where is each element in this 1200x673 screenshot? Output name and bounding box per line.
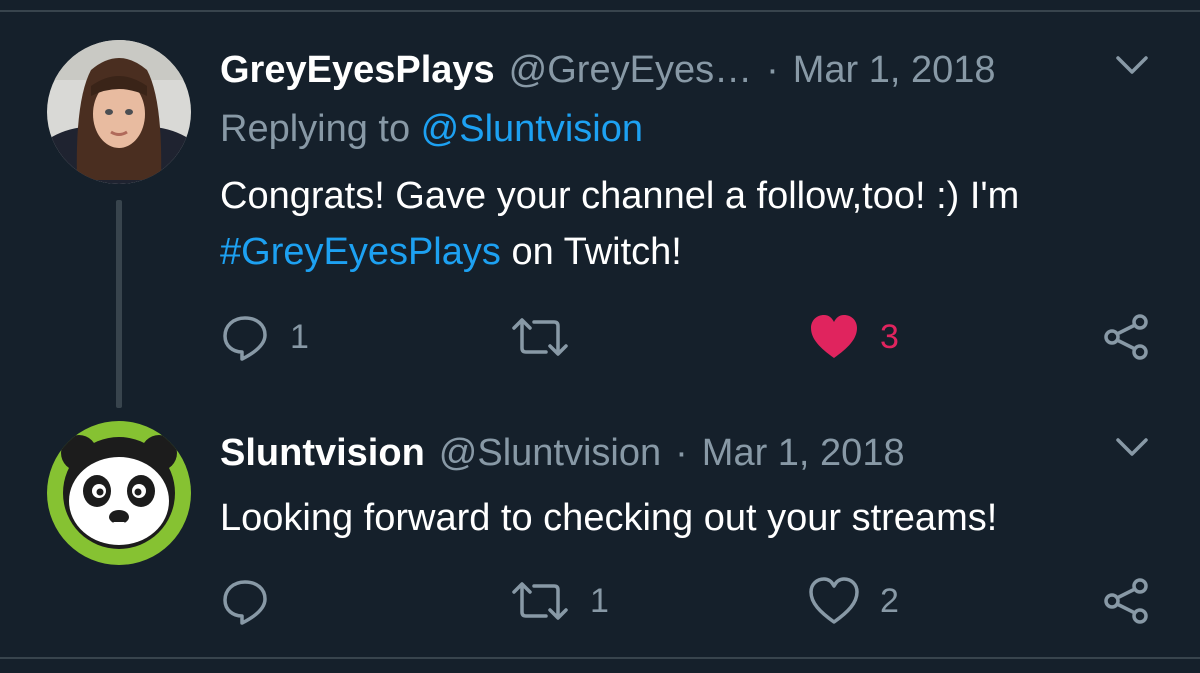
replying-to-label: Replying to [220,108,421,150]
tweet-text: Looking forward to checking out your str… [220,497,998,539]
author-handle[interactable]: @GreyEyes… [509,49,752,92]
replying-to: Replying to @Sluntvision [220,108,643,151]
author-name[interactable]: Sluntvision [220,432,425,475]
separator-dot: · [766,48,779,91]
share-icon [1104,578,1148,624]
author-handle[interactable]: @Sluntvision [439,432,661,475]
like-button[interactable]: 2 [808,576,899,626]
tweet-date[interactable]: Mar 1, 2018 [793,49,996,92]
share-button[interactable] [1102,312,1152,362]
user-photo-avatar-icon [47,40,191,184]
share-icon [1104,314,1148,360]
chevron-down-icon[interactable] [1112,46,1152,86]
like-count: 2 [880,581,899,620]
panda-avatar-icon [47,421,191,565]
tweet-text-part: Congrats! Gave your channel a follow,too… [220,175,1020,217]
hashtag-link[interactable]: #GreyEyesPlays [220,231,501,273]
reply-button[interactable] [220,576,290,626]
replying-to-mention[interactable]: @Sluntvision [421,108,643,150]
top-divider [0,10,1200,12]
tweet-text: Congrats! Gave your channel a follow,too… [220,168,1150,280]
like-count: 3 [880,317,899,356]
retweet-count: 1 [590,581,609,620]
thread-connector [116,200,122,408]
avatar[interactable] [47,40,191,184]
reply-button[interactable]: 1 [220,312,309,362]
tweet-header: GreyEyesPlays @GreyEyes… · Mar 1, 2018 [220,40,996,100]
reply-icon [223,580,267,625]
share-button[interactable] [1102,576,1152,626]
heart-filled-icon [811,315,857,358]
like-button[interactable]: 3 [808,312,899,362]
retweet-icon [512,318,568,356]
author-name[interactable]: GreyEyesPlays [220,49,495,92]
separator-dot: · [675,431,688,474]
retweet-button[interactable] [510,312,590,362]
chevron-down-icon[interactable] [1112,428,1152,468]
tweet-header: Sluntvision @Sluntvision · Mar 1, 2018 [220,423,905,483]
avatar[interactable] [47,421,191,565]
heart-outline-icon [809,577,859,624]
reply-icon [223,316,267,361]
bottom-divider [0,657,1200,659]
retweet-button[interactable]: 1 [510,576,609,626]
tweet-text-part: on Twitch! [500,231,682,273]
retweet-icon [512,582,568,620]
reply-count: 1 [290,317,309,356]
tweet-date[interactable]: Mar 1, 2018 [702,432,905,475]
